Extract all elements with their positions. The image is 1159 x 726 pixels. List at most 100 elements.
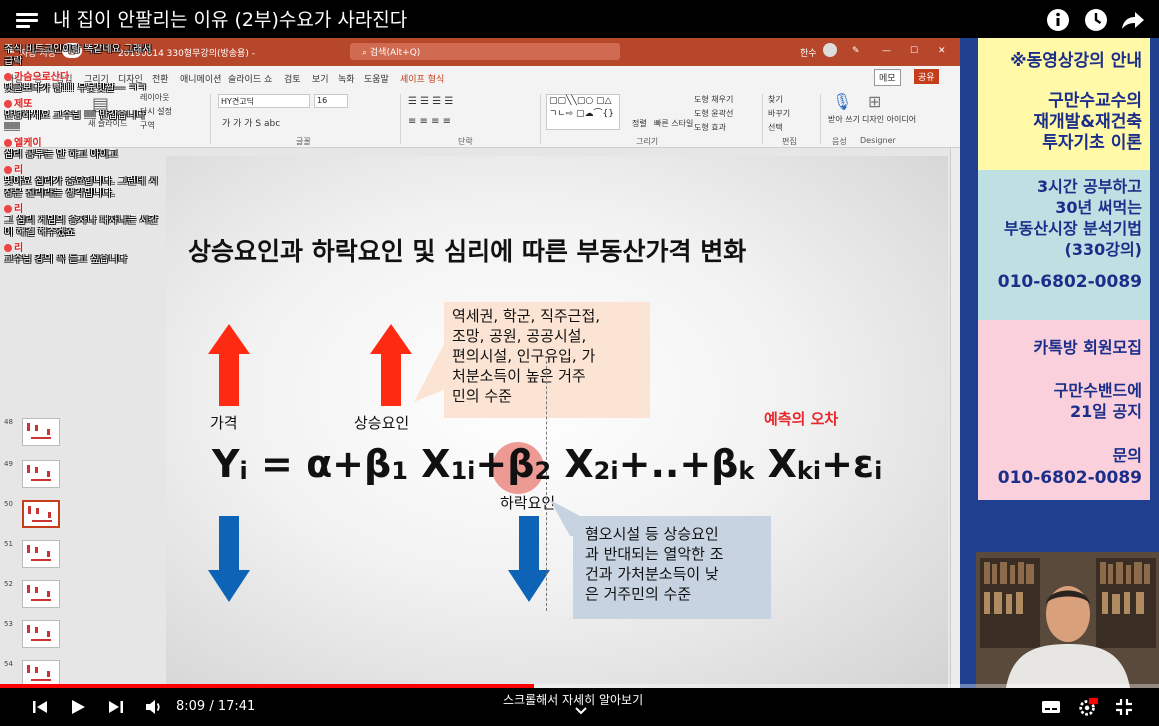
slide-thumbnail[interactable] xyxy=(22,620,60,648)
watch-later-icon[interactable] xyxy=(1084,8,1108,32)
share-icon[interactable] xyxy=(1121,8,1145,32)
align-buttons[interactable]: ≡ ≡ ≡ ≡ xyxy=(408,116,451,127)
banner-heading: ※동영상강의 안내 xyxy=(1010,51,1142,71)
chat-message: 장은 진리라는 생각입니다. xyxy=(4,188,115,199)
thumbnail-number: 52 xyxy=(4,580,13,588)
label-prediction-error: 예측의 오차 xyxy=(764,410,839,428)
slide[interactable]: 상승요인과 하락요인 및 심리에 따른 부동산가격 변화 가격 상승요인 하락요… xyxy=(166,156,948,688)
voice-group-label: 음성 xyxy=(832,137,847,146)
select-button[interactable]: 선택 xyxy=(768,122,783,133)
chat-message: 댓글보다가 빵!!! 우웃빗짤--- ㅋㅋ xyxy=(4,83,147,94)
thumbnail-number: 48 xyxy=(4,418,13,426)
exit-fullscreen-icon[interactable] xyxy=(1114,697,1134,717)
formula-sub: ki xyxy=(796,457,822,485)
play-icon[interactable] xyxy=(68,697,88,717)
next-icon[interactable] xyxy=(106,697,126,717)
chat-message: !!!! xyxy=(4,122,21,133)
chat-avatar-icon xyxy=(4,139,12,147)
banner-line: 재개발&재건축 xyxy=(1033,112,1142,132)
chat-avatar-icon xyxy=(4,73,12,81)
font-size-select[interactable]: 16 xyxy=(314,94,348,108)
playlist-menu-icon[interactable] xyxy=(16,11,38,29)
dictate-button[interactable]: 받아 쓰기 xyxy=(828,114,860,125)
banner-line: 문의 xyxy=(1112,446,1142,465)
user-name: 한수 xyxy=(800,49,817,59)
font-format-buttons[interactable]: 가 가 가 S abc xyxy=(222,116,280,129)
chat-author: 리 xyxy=(4,200,184,215)
user-avatar[interactable] xyxy=(823,43,837,57)
callout-up-line: 편의시설, 인구유입, 가 xyxy=(452,347,596,365)
find-button[interactable]: 찾기 xyxy=(768,94,783,105)
menu-slideshow[interactable]: 슬라이드 쇼 xyxy=(228,72,272,85)
maximize-icon[interactable]: ☐ xyxy=(910,46,918,56)
slide-title: 상승요인과 하락요인 및 심리에 따른 부동산가격 변화 xyxy=(188,237,747,266)
banner-line: 투자기초 이론 xyxy=(1042,133,1142,153)
slide-thumbnail[interactable] xyxy=(22,460,60,488)
subtitles-icon[interactable] xyxy=(1041,697,1061,717)
scroll-hint[interactable]: 스크롤해서 자세히 알아보기 xyxy=(503,691,643,708)
video-progress-bar[interactable] xyxy=(0,684,1159,688)
memo-button[interactable]: 메모 xyxy=(874,69,901,86)
banner-line: 부동산시장 분석기법 xyxy=(1003,219,1142,238)
microphone-icon[interactable]: 🎙 xyxy=(832,92,852,111)
banner-line: 구만수교수의 xyxy=(1048,91,1142,111)
menu-record[interactable]: 녹화 xyxy=(338,72,355,85)
shape-fill-button[interactable]: 도형 채우기 xyxy=(694,94,733,105)
formula-sub: i xyxy=(874,457,883,485)
thumbnail-number: 51 xyxy=(4,540,13,548)
chat-author-name: 가슴으로산다 xyxy=(14,72,70,83)
shape-effects-button[interactable]: 도형 효과 xyxy=(694,122,726,133)
banner-line: 구만수밴드에 xyxy=(1053,381,1142,400)
menu-view[interactable]: 보기 xyxy=(312,72,329,85)
design-ideas-button[interactable]: 디자인 아이디어 xyxy=(862,114,916,125)
callout-up-line: 민의 수준 xyxy=(452,387,512,405)
player-controls: 8:09 / 17:41 스크롤해서 자세히 알아보기 xyxy=(0,688,1159,726)
menu-shape-format[interactable]: 셰이프 형식 xyxy=(400,72,444,85)
formula-part: X xyxy=(551,442,594,486)
time-display: 8:09 / 17:41 xyxy=(176,699,256,714)
ppt-search-box[interactable]: ⌕ 검색(Alt+Q) xyxy=(350,43,620,60)
volume-icon[interactable] xyxy=(144,697,164,717)
font-name-select[interactable]: HY견고딕 xyxy=(218,94,310,108)
menu-review[interactable]: 검토 xyxy=(284,72,301,85)
chevron-down-icon[interactable] xyxy=(575,707,587,715)
formula-sub: 1i xyxy=(450,457,476,485)
slide-thumbnail[interactable] xyxy=(22,418,60,446)
slide-thumbnail[interactable] xyxy=(22,540,60,568)
price-up-arrow xyxy=(208,324,250,406)
banner-line: 3시간 공부하고 xyxy=(1036,177,1142,196)
info-icon[interactable] xyxy=(1046,8,1070,32)
slide-vertical-scrollbar[interactable] xyxy=(950,148,960,688)
formula-part: = α+β xyxy=(247,442,392,486)
thumbnail-number: 53 xyxy=(4,620,13,628)
quick-styles-button[interactable]: 빠른 스타일 xyxy=(654,118,693,129)
previous-icon[interactable] xyxy=(30,697,50,717)
list-buttons[interactable]: ☰ ☰ ☰ ☰ xyxy=(408,96,453,107)
slide-thumbnail[interactable] xyxy=(22,580,60,608)
replace-button[interactable]: 바꾸기 xyxy=(768,108,790,119)
arrange-button[interactable]: 정렬 xyxy=(632,118,647,129)
chat-avatar-icon xyxy=(4,100,12,108)
chat-author: 제또 xyxy=(4,95,184,110)
minimize-icon[interactable]: — xyxy=(882,46,891,56)
formula-part: X xyxy=(407,442,451,486)
live-chat-overlay: 주식 비트코인이랑 똑같네요 그래서 급락 가슴으로산다 댓글보다가 빵!!! 우웃빗… xyxy=(4,44,184,266)
settings-icon[interactable] xyxy=(1078,697,1098,717)
chat-author-name: 리 xyxy=(14,243,24,254)
callout-down-line: 혐오시설 등 상승요인 xyxy=(585,525,719,543)
designer-icon[interactable]: ⊞ xyxy=(868,92,881,111)
menu-help[interactable]: 도움말 xyxy=(364,72,389,85)
shape-outline-button[interactable]: 도형 윤곽선 xyxy=(694,108,733,119)
pen-icon[interactable]: ✎ xyxy=(852,46,860,56)
editing-group-label: 편집 xyxy=(782,137,797,146)
video-title[interactable]: 내 집이 안팔리는 이유 (2부)수요가 사라진다 xyxy=(53,5,407,32)
chat-author-name: 리 xyxy=(14,204,24,215)
close-icon[interactable]: ✕ xyxy=(938,46,946,56)
slide-thumbnail[interactable] xyxy=(22,500,60,528)
chat-author: 리 xyxy=(4,161,184,176)
menu-animations[interactable]: 애니메이션 xyxy=(180,72,221,85)
shape-gallery[interactable]: ▢▢╲╲▢○ ▢△ㄱㄴ⇨ ▢☁⌒{} xyxy=(546,94,620,130)
share-button[interactable]: 공유 xyxy=(914,69,939,84)
callout-down-line: 건과 가처분소득이 낮 xyxy=(585,565,719,583)
callout-up-line: 처분소득이 높은 거주 xyxy=(452,367,586,385)
